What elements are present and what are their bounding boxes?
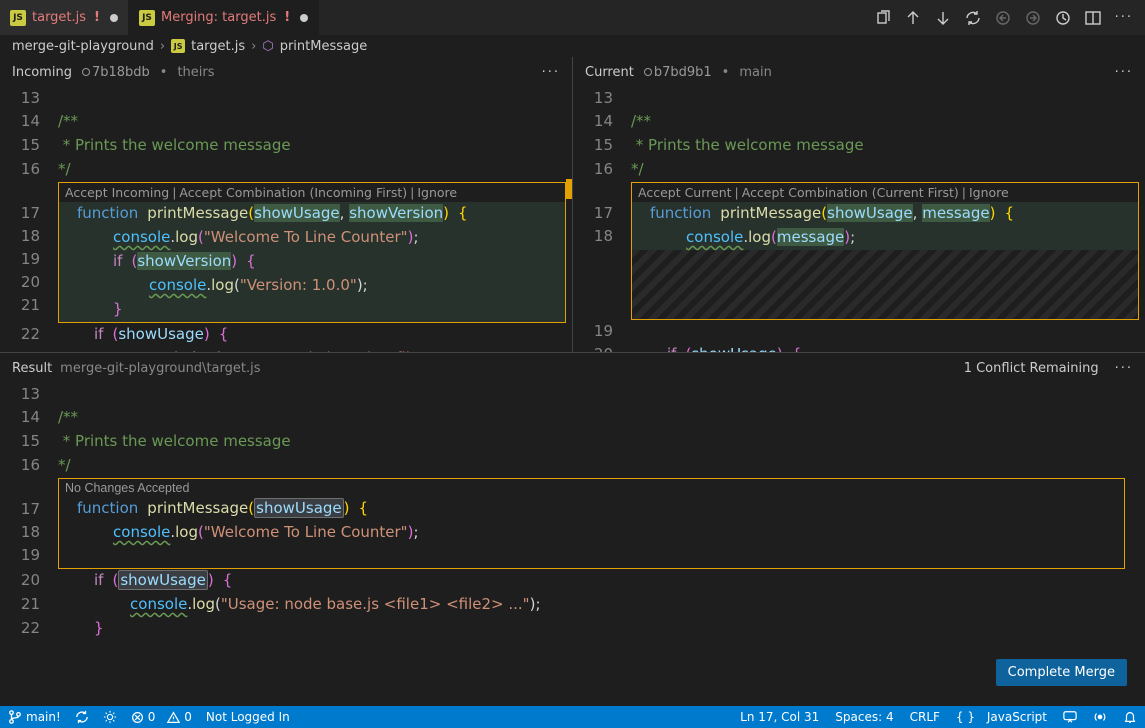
result-pane: Result merge-git-playground\target.js 1 … [0, 352, 1145, 707]
login-status[interactable]: Not Logged In [206, 710, 290, 724]
more-icon[interactable]: ··· [1115, 65, 1133, 80]
branch-icon [8, 710, 22, 724]
ref-label: main [739, 65, 771, 80]
modified-marker: ! [284, 10, 290, 25]
pane-title: Result [12, 361, 52, 376]
pane-title: Current [585, 65, 634, 80]
split-icon[interactable] [1085, 10, 1101, 26]
incoming-pane: Incoming 7b18bdb • theirs ··· 13 14/** 1… [0, 57, 573, 352]
js-file-icon: JS [171, 39, 185, 53]
breadcrumb-folder[interactable]: merge-git-playground [12, 39, 154, 54]
codelens-no-changes: No Changes Accepted [59, 479, 1124, 497]
conflict-region-current: Accept Current | Accept Combination (Cur… [631, 182, 1139, 320]
tab-label: target.js [32, 10, 86, 25]
arrow-up-icon[interactable] [905, 10, 921, 26]
eol-status[interactable]: CRLF [910, 710, 940, 724]
tab-merging-target-js[interactable]: JS Merging: target.js ! [129, 0, 319, 35]
cycle-icon[interactable] [965, 10, 981, 26]
status-bar: main! 0 0 Not Logged In Ln 17, Col 31 Sp… [0, 706, 1145, 728]
result-editor[interactable]: 13 14/** 15 * Prints the welcome message… [0, 383, 1145, 707]
more-icon[interactable]: ··· [1115, 10, 1133, 25]
result-path: merge-git-playground\target.js [60, 361, 260, 376]
ports-status[interactable] [103, 710, 117, 724]
more-icon[interactable]: ··· [1115, 361, 1133, 376]
indentation-status[interactable]: Spaces: 4 [835, 710, 893, 724]
overview-ruler-marker [566, 179, 572, 199]
breadcrumb-symbol[interactable]: printMessage [280, 39, 368, 54]
error-icon [131, 711, 144, 724]
accept-combination-link[interactable]: Accept Combination (Current First) [742, 185, 959, 200]
next-icon[interactable] [1025, 10, 1041, 26]
placeholder-region [632, 250, 1138, 319]
editor-toolbar: ··· [875, 0, 1145, 35]
cursor-position[interactable]: Ln 17, Col 31 [740, 710, 819, 724]
dirty-indicator [110, 14, 118, 22]
conflict-region-result: No Changes Accepted function printMessag… [58, 478, 1125, 569]
dirty-indicator [300, 14, 308, 22]
accept-current-link[interactable]: Accept Current [638, 185, 732, 200]
broadcast-icon[interactable] [1093, 710, 1107, 724]
conflict-region-incoming: Accept Incoming | Accept Combination (In… [58, 182, 566, 323]
codelens-current: Accept Current | Accept Combination (Cur… [632, 183, 1138, 202]
breadcrumb[interactable]: merge-git-playground › JS target.js › ⬡ … [0, 35, 1145, 57]
commit-ref[interactable]: b7bd9b1 [644, 65, 712, 80]
dot-separator: • [722, 65, 730, 80]
symbol-method-icon: ⬡ [262, 39, 273, 54]
result-header: Result merge-git-playground\target.js 1 … [0, 353, 1145, 383]
current-pane: Current b7bd9b1 • main ··· 13 14/** 15 *… [573, 57, 1145, 352]
incoming-editor[interactable]: 13 14/** 15 * Prints the welcome message… [0, 87, 572, 352]
ref-label: theirs [177, 65, 214, 80]
arrow-down-icon[interactable] [935, 10, 951, 26]
ignore-link[interactable]: Ignore [417, 185, 457, 200]
js-file-icon: JS [139, 10, 155, 26]
branch-status[interactable]: main! [8, 710, 61, 724]
ports-icon [103, 710, 117, 724]
breadcrumb-file[interactable]: target.js [191, 39, 245, 54]
tab-target-js[interactable]: JS target.js ! [0, 0, 129, 35]
clock-icon[interactable] [1055, 10, 1071, 26]
tab-label: Merging: target.js [161, 10, 276, 25]
sync-status[interactable] [75, 710, 89, 724]
chevron-right-icon: › [160, 39, 165, 54]
conflicts-remaining[interactable]: 1 Conflict Remaining [964, 361, 1099, 376]
bell-icon[interactable] [1123, 710, 1137, 724]
copy-icon[interactable] [875, 10, 891, 26]
ignore-link[interactable]: Ignore [969, 185, 1009, 200]
more-icon[interactable]: ··· [542, 65, 560, 80]
commit-ref[interactable]: 7b18bdb [82, 65, 150, 80]
tab-bar: JS target.js ! JS Merging: target.js ! ·… [0, 0, 1145, 35]
prev-icon[interactable] [995, 10, 1011, 26]
pane-title: Incoming [12, 65, 72, 80]
sync-icon [75, 710, 89, 724]
incoming-header: Incoming 7b18bdb • theirs ··· [0, 57, 572, 87]
accept-combination-link[interactable]: Accept Combination (Incoming First) [179, 185, 407, 200]
js-file-icon: JS [10, 10, 26, 26]
problems-status[interactable]: 0 0 [131, 710, 192, 724]
current-header: Current b7bd9b1 • main ··· [573, 57, 1145, 87]
codelens-incoming: Accept Incoming | Accept Combination (In… [59, 183, 565, 202]
dot-separator: • [160, 65, 168, 80]
modified-marker: ! [94, 10, 100, 25]
language-status[interactable]: { } JavaScript [956, 710, 1047, 724]
chevron-right-icon: › [251, 39, 256, 54]
current-editor[interactable]: 13 14/** 15 * Prints the welcome message… [573, 87, 1145, 352]
warning-icon [167, 711, 180, 724]
feedback-icon[interactable] [1063, 710, 1077, 724]
accept-incoming-link[interactable]: Accept Incoming [65, 185, 169, 200]
complete-merge-button[interactable]: Complete Merge [996, 659, 1127, 686]
